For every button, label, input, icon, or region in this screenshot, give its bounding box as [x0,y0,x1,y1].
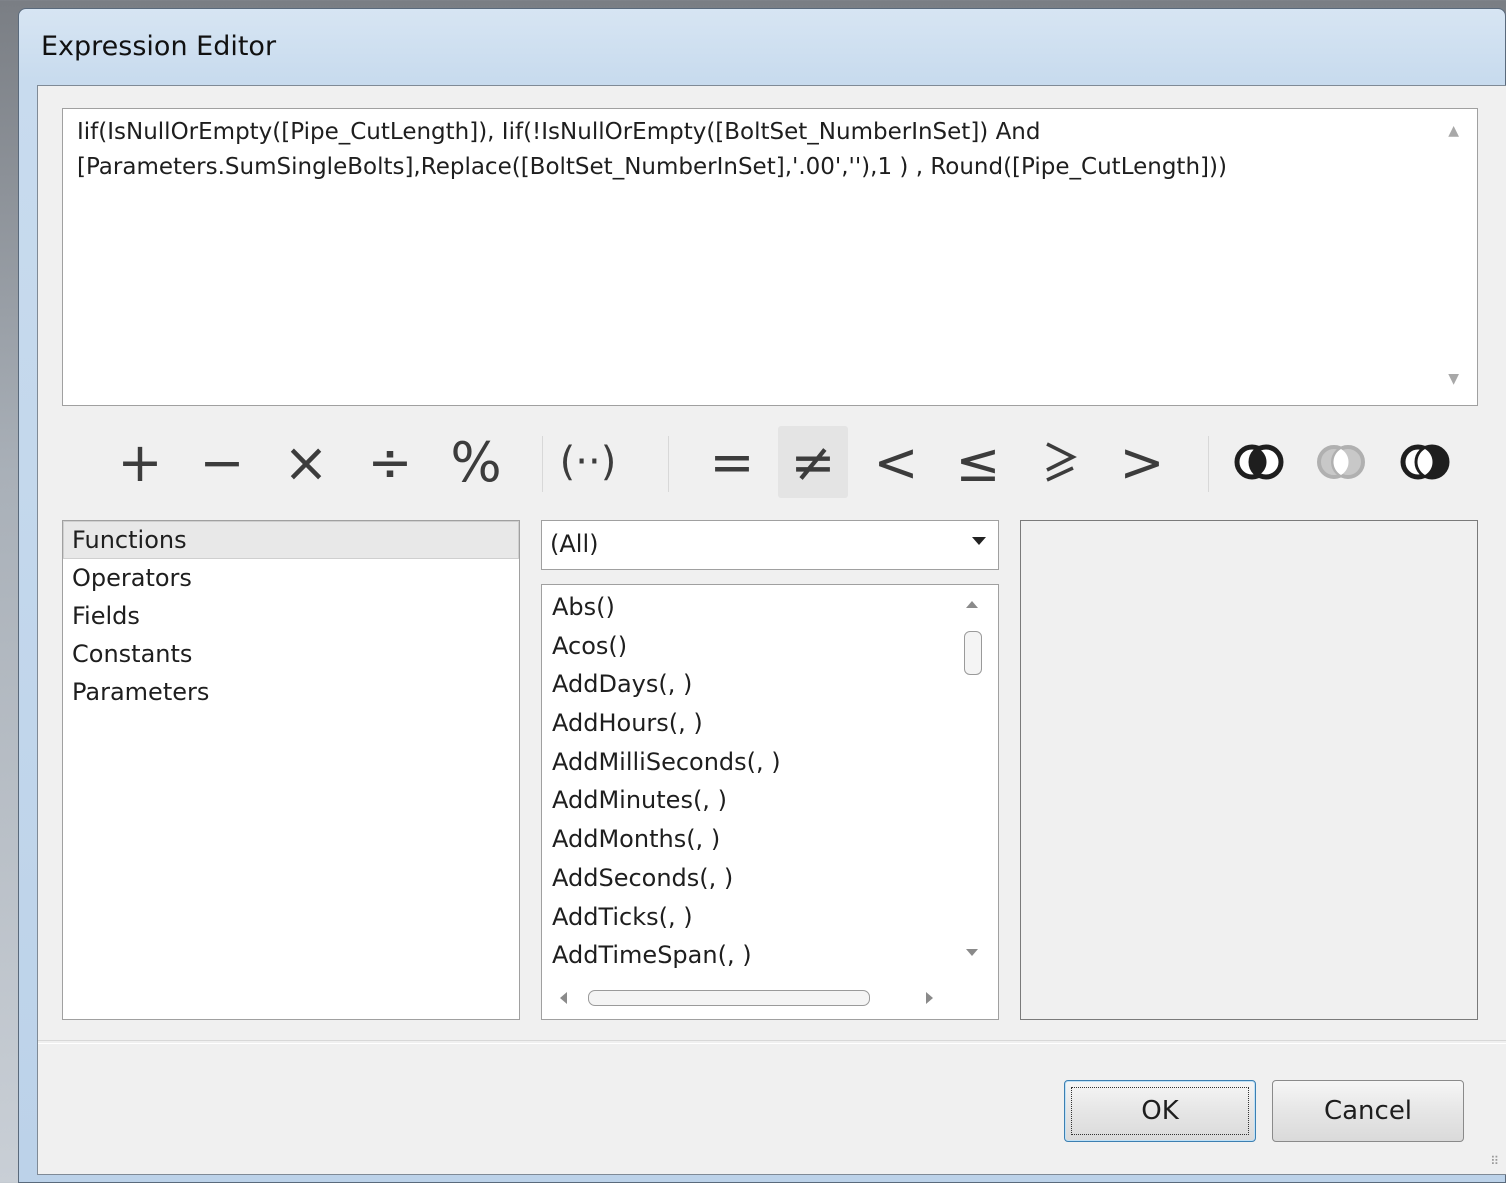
less-than-button[interactable]: < [860,426,932,498]
description-panel [1020,520,1478,1020]
expression-text[interactable]: Iif(IsNullOrEmpty([Pipe_CutLength]), Iif… [77,115,1417,185]
greater-than-button[interactable]: > [1106,426,1178,498]
toolbar-separator [668,436,669,492]
and-intersection-icon [1234,444,1284,480]
multiply-button[interactable]: × [270,426,342,498]
equals-button[interactable]: = [696,426,768,498]
toolbar-separator [542,436,543,492]
list-item[interactable]: AddHours(, ) [542,704,952,743]
chevron-down-icon[interactable] [972,537,986,545]
divide-button[interactable]: ÷ [354,426,426,498]
less-or-equal-button[interactable]: ≤ [942,426,1014,498]
not-complement-icon [1400,444,1450,480]
scroll-right-icon[interactable] [926,992,933,1004]
list-item[interactable]: AddMonths(, ) [542,820,952,859]
greater-or-equal-button[interactable] [1024,426,1096,498]
category-item-operators[interactable]: Operators [63,559,519,597]
list-item[interactable]: AddTicks(, ) [542,898,952,937]
list-item[interactable]: Abs() [542,588,952,627]
toolbar-separator [1208,436,1209,492]
ok-button[interactable]: OK [1064,1080,1256,1142]
not-equals-button[interactable]: ≠ [778,426,848,498]
list-item[interactable]: AddDays(, ) [542,665,952,704]
operator-toolbar: + − × ÷ % (··) = ≠ < ≤ > [38,426,1506,506]
parentheses-button[interactable]: (··) [550,426,626,498]
list-item[interactable]: AddMinutes(, ) [542,781,952,820]
function-list[interactable]: Abs() Acos() AddDays(, ) AddHours(, ) Ad… [541,584,999,1020]
scroll-left-icon[interactable] [560,992,567,1004]
cancel-button[interactable]: Cancel [1272,1080,1464,1142]
or-operator-button[interactable] [1308,426,1374,498]
or-union-icon [1317,445,1365,479]
focus-rectangle [1071,1087,1249,1135]
scroll-up-icon[interactable] [966,601,978,608]
footer-divider [38,1040,1506,1044]
function-filter-dropdown[interactable]: (All) [541,520,999,570]
vertical-scrollbar[interactable] [956,585,998,973]
plus-button[interactable]: + [104,426,176,498]
category-item-constants[interactable]: Constants [63,635,519,673]
minus-button[interactable]: − [186,426,258,498]
list-item[interactable]: AddTimeSpan(, ) [542,936,952,975]
dialog-client-area: Iif(IsNullOrEmpty([Pipe_CutLength]), Iif… [37,85,1506,1175]
cancel-button-label: Cancel [1323,1096,1413,1126]
expression-editor-window: Expression Editor Iif(IsNullOrEmpty([Pip… [18,8,1506,1183]
category-item-functions[interactable]: Functions [63,521,519,559]
list-item[interactable]: Acos() [542,627,952,666]
not-operator-button[interactable] [1392,426,1458,498]
scrollbar-thumb[interactable] [964,631,982,675]
category-list[interactable]: Functions Operators Fields Constants Par… [62,520,520,1020]
scroll-up-icon[interactable]: ▲ [1448,123,1459,139]
resize-grip-icon[interactable]: ⠿ [1490,1154,1499,1168]
list-item[interactable]: AddMilliSeconds(, ) [542,743,952,782]
window-title: Expression Editor [41,31,277,62]
parentheses-label: (··) [559,439,617,485]
scrollbar-thumb[interactable] [588,990,870,1006]
and-operator-button[interactable] [1226,426,1292,498]
horizontal-scrollbar[interactable] [542,977,956,1019]
scroll-down-icon[interactable]: ▼ [1448,371,1459,387]
category-item-parameters[interactable]: Parameters [63,673,519,711]
function-items: Abs() Acos() AddDays(, ) AddHours(, ) Ad… [542,588,952,975]
filter-selected-value: (All) [550,530,599,558]
expression-textbox[interactable]: Iif(IsNullOrEmpty([Pipe_CutLength]), Iif… [62,108,1478,406]
category-item-fields[interactable]: Fields [63,597,519,635]
greater-or-equal-icon [1046,442,1077,482]
list-item[interactable]: AddSeconds(, ) [542,859,952,898]
scroll-down-icon[interactable] [966,949,978,956]
modulo-button[interactable]: % [436,426,516,498]
